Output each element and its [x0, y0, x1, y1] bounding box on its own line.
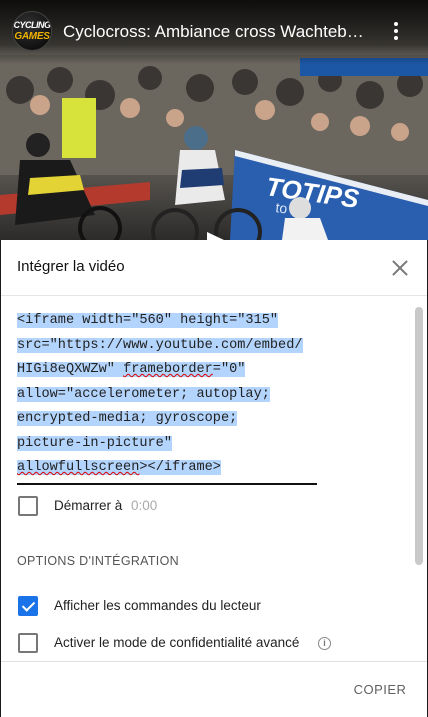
dialog-title: Intégrer la vidéo [17, 258, 125, 275]
embed-code-line: ></iframe> [139, 460, 221, 475]
privacy-enhanced-mode-label: Activer le mode de confidentialité avanc… [54, 635, 300, 650]
video-title[interactable]: Cyclocross: Ambiance cross Wachteb… [63, 22, 381, 42]
channel-logo-line1: CYCLING [13, 20, 52, 30]
close-icon[interactable] [390, 258, 410, 278]
embed-code-video-id: HIGi8eQXWZw" [17, 362, 124, 377]
embed-dialog: Intégrer la vidéo <iframe width="560" he… [0, 240, 428, 717]
embed-code-line: <iframe width="560" height="315" [17, 313, 279, 328]
copy-button[interactable]: COPIER [345, 674, 415, 704]
dialog-scroll-area[interactable]: <iframe width="560" height="315" src="ht… [1, 297, 427, 661]
dialog-scrollbar-thumb[interactable] [415, 307, 423, 565]
embed-code-line: encrypted-media; gyroscope; [17, 411, 238, 426]
start-at-label: Démarrer à [54, 498, 123, 513]
embed-code-spellcheck-word: frameborder [123, 362, 213, 377]
start-at-checkbox[interactable] [18, 496, 38, 516]
embed-code-textarea[interactable]: <iframe width="560" height="315" src="ht… [17, 309, 317, 485]
embed-code-line: allow="accelerometer; autoplay; [17, 386, 270, 402]
show-player-controls-checkbox[interactable] [18, 596, 38, 616]
info-icon[interactable]: i [318, 637, 331, 650]
channel-logo[interactable]: CYCLING GAMES [12, 11, 52, 51]
show-player-controls-label: Afficher les commandes du lecteur [54, 598, 261, 613]
dialog-footer: COPIER [1, 661, 427, 717]
more-options-icon[interactable] [388, 22, 404, 42]
dialog-scrollbar[interactable] [412, 301, 423, 657]
embed-options-title: OPTIONS D'INTÉGRATION [17, 554, 179, 568]
embed-code-line: picture-in-picture" [17, 435, 172, 451]
video-player[interactable]: TOTIPS to do CYCLING GAMES Cyclocross: A… [0, 0, 428, 240]
embed-code-spellcheck-word: allowfullscreen [17, 460, 140, 475]
dialog-header: Intégrer la vidéo [1, 240, 427, 296]
embed-code-line: ="0" [212, 362, 246, 377]
embed-code-line: src="https://www.youtube.com/embed/ [17, 337, 303, 353]
channel-logo-line2: GAMES [14, 31, 50, 42]
privacy-enhanced-mode-checkbox[interactable] [18, 633, 38, 653]
start-at-time-input[interactable]: 0:00 [131, 498, 157, 513]
